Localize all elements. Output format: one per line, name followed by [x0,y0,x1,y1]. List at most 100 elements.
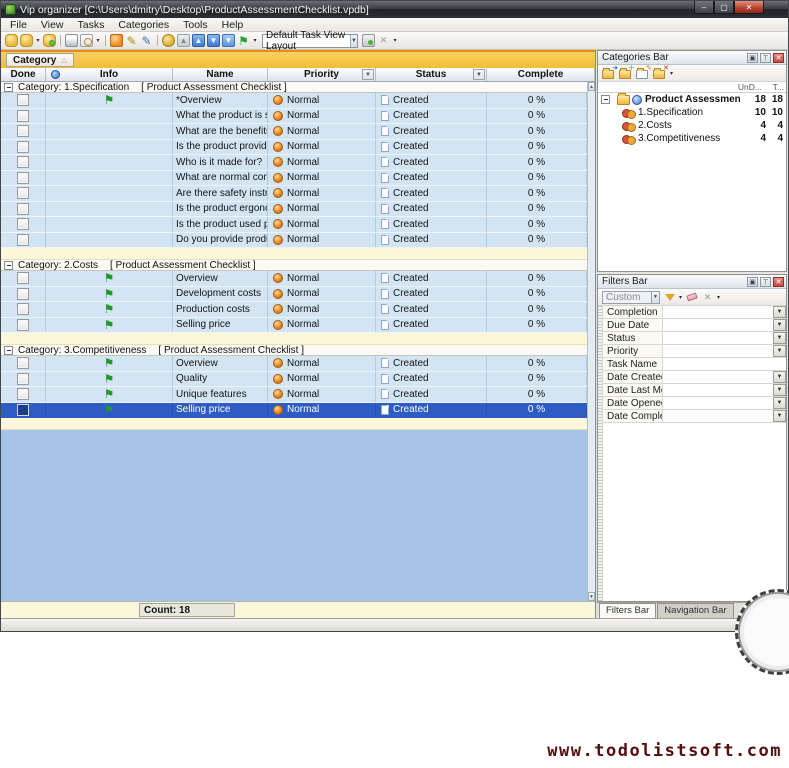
column-header-complete[interactable]: Complete [487,68,595,81]
move-up-disabled-icon[interactable]: ▲ [177,34,190,47]
column-header-done[interactable]: Done [1,68,46,81]
chevron-down-icon[interactable]: ▼ [773,345,786,357]
filter-dropdown-icon[interactable]: ▼ [473,69,485,80]
done-checkbox[interactable] [17,187,29,199]
tree-item-category[interactable]: 2.Costs44 [598,119,786,132]
filter-dropdown-icon[interactable]: ▼ [362,69,374,80]
task-row[interactable]: ⚑*OverviewNormalCreated0 % [1,93,587,109]
task-row[interactable]: What the product is supposed toNormalCre… [1,109,587,125]
menu-item-view[interactable]: View [34,19,71,31]
chevron-down-icon[interactable]: ▼ [773,384,786,396]
move-bottom-icon[interactable]: ▼ [222,34,235,47]
task-row[interactable]: ⚑Selling priceNormalCreated0 % [1,403,587,419]
done-checkbox[interactable] [17,388,29,400]
task-row[interactable]: ⚑Selling priceNormalCreated0 % [1,318,587,334]
done-checkbox[interactable] [17,319,29,331]
task-row[interactable]: ⚑Unique featuresNormalCreated0 % [1,387,587,403]
done-checkbox[interactable] [17,141,29,153]
chevron-down-icon[interactable]: ▼ [773,410,786,422]
group-by-category-chip[interactable]: Category △ [6,53,74,67]
close-button[interactable]: ✕ [734,1,764,14]
task-row[interactable]: Do you provide productNormalCreated0 % [1,233,587,249]
panel-pin-icon[interactable]: ⊤ [760,277,771,287]
minimize-button[interactable]: – [694,1,714,14]
highlight-tasks-icon[interactable] [162,34,175,47]
chevron-down-icon[interactable]: ▼ [773,397,786,409]
group-header-row[interactable]: Category: 2.Costs[ Product Assessment Ch… [1,260,587,271]
open-database-dropdown[interactable]: ▾ [35,34,41,47]
done-checkbox[interactable] [17,272,29,284]
filter-field-value[interactable] [663,397,773,409]
done-checkbox[interactable] [17,303,29,315]
edit-task-icon[interactable]: ✎ [125,34,138,47]
print-options-dropdown[interactable]: ▾ [95,34,101,47]
done-checkbox[interactable] [17,203,29,215]
group-header-row[interactable]: Category: 1.Specification[ Product Asses… [1,82,587,93]
filter-field-value[interactable] [663,358,786,370]
tab-filters-bar[interactable]: Filters Bar [599,603,656,618]
tree-item-root[interactable]: Product Assessment Checklist1818 [598,93,786,106]
tree-item-category[interactable]: 3.Competitiveness44 [598,132,786,145]
clear-filter-icon[interactable] [685,291,698,304]
done-checkbox[interactable] [17,404,29,416]
undone-column-header[interactable]: UnD... [732,82,762,92]
new-database-icon[interactable] [5,34,18,47]
vertical-scrollbar[interactable]: ▲ ▼ [587,82,595,601]
menu-item-categories[interactable]: Categories [111,19,176,31]
layout-dropdown[interactable]: ▾ [392,34,398,47]
filter-preset-combo[interactable]: Custom ▼ [602,291,660,304]
tab-navigation-bar[interactable]: Navigation Bar [657,603,733,618]
filters-toolbar-dropdown[interactable]: ▾ [717,294,720,301]
done-checkbox[interactable] [17,234,29,246]
menu-item-tasks[interactable]: Tasks [71,19,112,31]
group-header-row[interactable]: Category: 3.Competitiveness[ Product Ass… [1,345,587,356]
new-category-icon[interactable]: ➜ [602,67,616,79]
filter-field-value[interactable] [663,371,773,383]
task-row[interactable]: Is the product ergonomic andNormalCreate… [1,202,587,218]
done-checkbox[interactable] [17,357,29,369]
task-row[interactable]: Is the product used properly by theNorma… [1,217,587,233]
remove-filter-icon[interactable]: ✕ [701,291,714,304]
open-database-icon[interactable] [20,34,33,47]
filter-field-value[interactable] [663,345,773,357]
filter-field-value[interactable] [663,319,773,331]
filter-field-value[interactable] [663,384,773,396]
done-checkbox[interactable] [17,288,29,300]
chevron-down-icon[interactable]: ▼ [773,319,786,331]
task-row[interactable]: Is the product provided with manualsNorm… [1,140,587,156]
task-row[interactable]: ⚑QualityNormalCreated0 % [1,372,587,388]
scroll-up-icon[interactable]: ▲ [588,82,595,91]
chevron-down-icon[interactable]: ▼ [350,35,357,47]
duplicate-task-icon[interactable]: ✎ [140,34,153,47]
total-column-header[interactable]: T... [762,82,784,92]
menu-item-help[interactable]: Help [215,19,251,31]
save-database-icon[interactable] [43,34,56,47]
maximize-button[interactable]: ▢ [714,1,734,14]
filter-dropdown-icon[interactable]: ▾ [679,294,682,301]
task-row[interactable]: What are normal conditions for theNormal… [1,171,587,187]
filter-field-value[interactable] [663,410,773,422]
chevron-down-icon[interactable]: ▼ [773,306,786,318]
scroll-down-icon[interactable]: ▼ [588,592,595,601]
new-task-icon[interactable] [110,34,123,47]
task-view-layout-combo[interactable]: Default Task View Layout▼ [262,34,358,48]
column-header-info[interactable]: Info [46,68,173,81]
customize-layout-icon[interactable] [362,34,375,47]
chevron-down-icon[interactable]: ▼ [773,332,786,344]
move-down-icon[interactable]: ▼ [207,34,220,47]
edit-category-icon[interactable]: ✎ [636,67,650,79]
delete-layout-icon[interactable]: ✕ [377,34,390,47]
column-header-status[interactable]: Status▼ [376,68,487,81]
panel-restore-icon[interactable]: ▣ [747,53,758,63]
panel-pin-icon[interactable]: ⊤ [760,53,771,63]
done-checkbox[interactable] [17,110,29,122]
task-row[interactable]: ⚑Development costsNormalCreated0 % [1,287,587,303]
column-header-name[interactable]: Name [173,68,268,81]
done-checkbox[interactable] [17,373,29,385]
panel-close-icon[interactable]: ✕ [773,277,784,287]
apply-filter-icon[interactable] [663,291,676,304]
done-checkbox[interactable] [17,94,29,106]
collapse-icon[interactable] [4,261,13,270]
tree-item-category[interactable]: 1.Specification1010 [598,106,786,119]
filter-field-value[interactable] [663,306,773,318]
